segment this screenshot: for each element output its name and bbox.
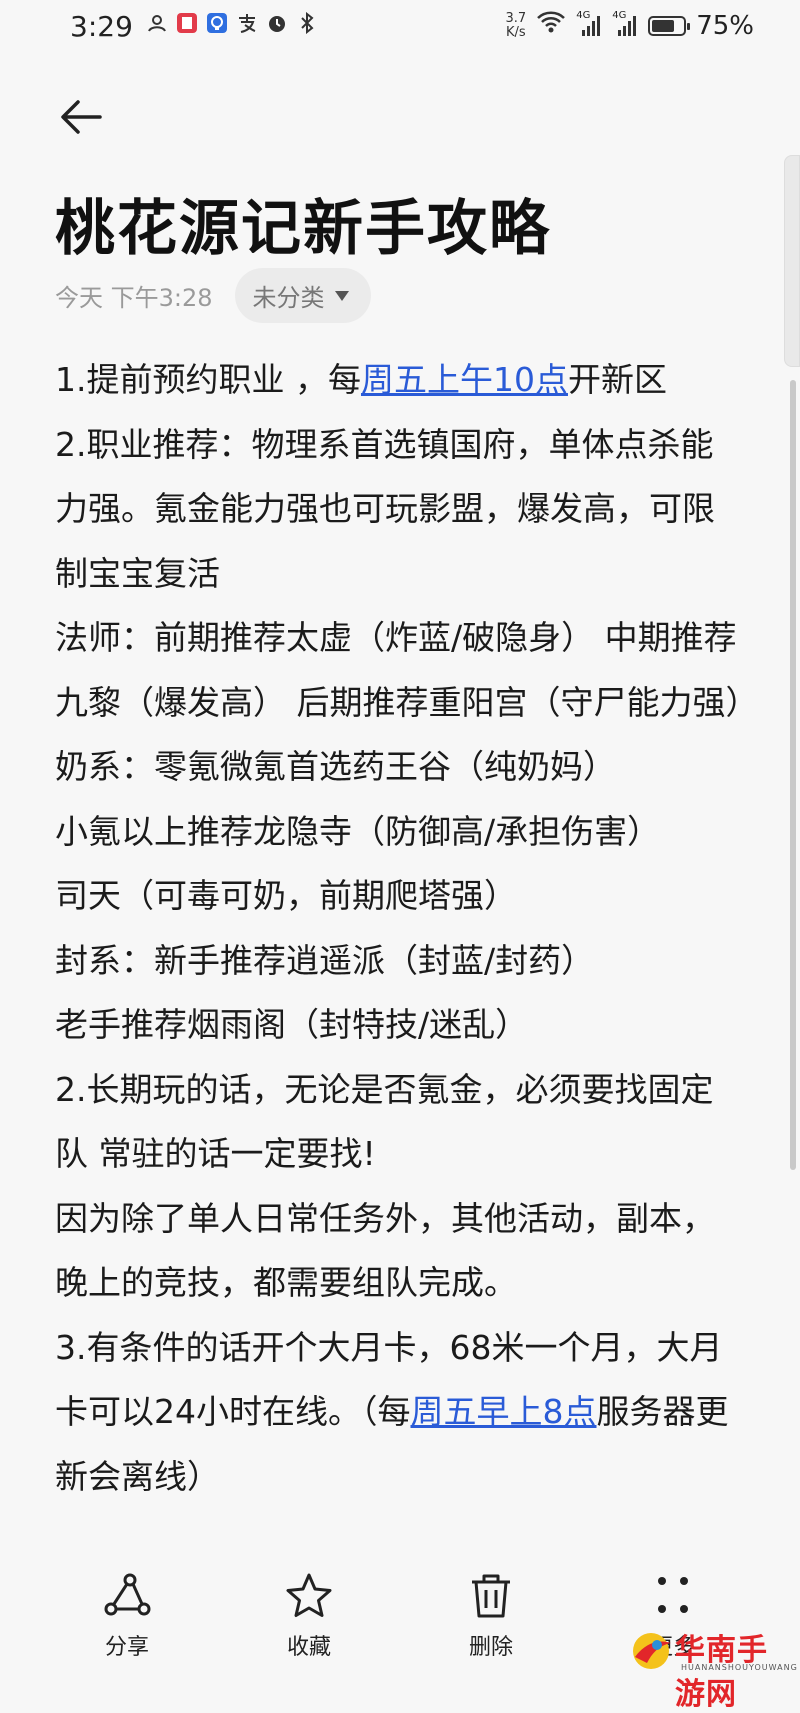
paragraph-10: 因为除了单人日常任务外，其他活动，副本，晚上的竞技，都需要组队完成。: [55, 1198, 715, 1303]
note-meta: 今天 下午3:28 未分类: [55, 268, 371, 323]
site-watermark: 华南手游网 HUANANSHOUYOUWANG: [627, 1623, 797, 1712]
paragraph-6: 司天（可毒可奶，前期爬塔强）: [55, 876, 517, 915]
battery-icon: [648, 15, 691, 36]
watermark-subtext: HUANANSHOUYOUWANG: [681, 1663, 798, 1672]
share-button[interactable]: 分享: [77, 1571, 177, 1661]
net-speed-unit: K/s: [506, 24, 526, 40]
caret-down-icon: [334, 290, 349, 301]
category-label: 未分类: [252, 284, 325, 312]
back-arrow-icon: [61, 100, 102, 134]
net-speed: 3.7 K/s: [505, 10, 527, 40]
text-segment: 1.提前预约职业 ，每: [55, 360, 361, 399]
delete-label: 删除: [468, 1635, 513, 1660]
paragraph-5: 小氪以上推荐龙隐寺（防御高/承担伤害）: [55, 811, 661, 851]
date-link[interactable]: 周五上午10点: [361, 360, 568, 399]
category-selector[interactable]: 未分类: [234, 268, 371, 323]
alarm-icon: [266, 12, 288, 34]
red-app-icon: [176, 12, 198, 34]
paragraph-1: 1.提前预约职业 ，每周五上午10点开新区: [55, 348, 745, 413]
signal-2-type: 4G: [612, 9, 627, 21]
signal-icon-2: 4G: [612, 10, 638, 38]
trash-icon: [472, 1574, 510, 1618]
back-button[interactable]: [56, 92, 106, 142]
paragraph-8: 老手推荐烟雨阁（封特技/迷乱）: [55, 1005, 529, 1044]
paragraph-2: 2.职业推荐：物理系首选镇国府，单体点杀能力强。氪金能力强也可玩影盟，爆发高，可…: [55, 424, 715, 593]
note-date: 今天 下午3:28: [55, 284, 213, 312]
net-speed-value: 3.7: [505, 10, 527, 26]
delete-button[interactable]: 删除: [441, 1571, 541, 1661]
paragraph-3: 法师：前期推荐太虚（炸蓝/破隐身） 中期推荐九黎（爆发高） 后期推荐重阳宫（守尸…: [55, 618, 759, 722]
star-icon: [286, 1573, 332, 1617]
watermark-logo-icon: [633, 1633, 671, 1669]
battery-percent: 75%: [696, 10, 754, 41]
signal-1-type: 4G: [576, 9, 591, 21]
note-title[interactable]: 桃花源记新手攻略: [55, 180, 551, 267]
side-scroll-handle[interactable]: [784, 155, 800, 367]
paragraph-4: 奶系：零氪微氪首选药王谷（纯奶妈）: [55, 747, 616, 786]
signal-icon-1: 4G: [576, 10, 602, 38]
scrollbar[interactable]: [790, 380, 796, 1170]
missed-call-icon: [146, 12, 168, 34]
wifi-icon: [536, 10, 566, 41]
favorite-label: 收藏: [286, 1635, 331, 1660]
status-time: 3:29: [70, 10, 133, 43]
text-segment: 开新区: [567, 360, 667, 399]
alipay-icon: [236, 12, 258, 34]
more-icon: [658, 1577, 688, 1613]
paragraph-11: 3.有条件的话开个大月卡，68米一个月，大月卡可以24小时在线。（每周五早上8点…: [55, 1316, 745, 1510]
battery-fill: [652, 19, 674, 32]
favorite-button[interactable]: 收藏: [259, 1571, 359, 1661]
notification-icons: [146, 12, 318, 34]
bluetooth-icon: [296, 12, 318, 34]
blue-app-icon: [206, 12, 228, 34]
note-body[interactable]: 1.提前预约职业 ，每周五上午10点开新区 2.职业推荐：物理系首选镇国府，单体…: [55, 348, 759, 1510]
status-bar: 3:29 3.7 K/s 4G 4G 75%: [0, 0, 800, 56]
paragraph-9: 2.长期玩的话，无论是否氪金，必须要找固定队 常驻的话一定要找!: [55, 1069, 714, 1174]
share-label: 分享: [104, 1635, 149, 1660]
paragraph-7: 封系：新手推荐逍遥派（封蓝/封药）: [55, 940, 595, 980]
date-link[interactable]: 周五早上8点: [411, 1392, 597, 1431]
system-status: 3.7 K/s 4G 4G 75%: [506, 10, 754, 41]
share-icon: [104, 1573, 151, 1616]
